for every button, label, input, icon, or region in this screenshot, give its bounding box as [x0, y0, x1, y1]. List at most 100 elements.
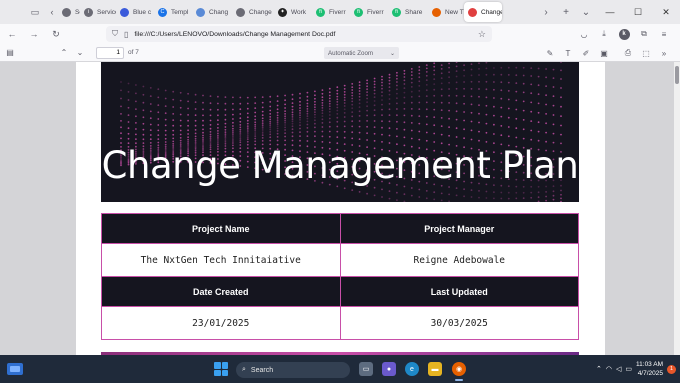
extensions-icon: ⧉ — [641, 29, 647, 38]
tab-label: New T — [445, 8, 464, 16]
back-button[interactable]: ← — [2, 25, 22, 43]
date-created-value: 23/01/2025 — [101, 306, 341, 340]
pocket-button[interactable]: ◡ — [576, 26, 592, 42]
taskbar-search[interactable]: ⌕ Search — [236, 362, 350, 378]
vertical-scrollbar[interactable] — [674, 62, 680, 355]
text-icon: T — [565, 48, 571, 58]
clock-time: 11:03 AM — [636, 361, 663, 368]
tab[interactable]: Chang — [192, 2, 232, 22]
search-icon: ⌕ — [242, 366, 246, 373]
start-button[interactable] — [214, 362, 228, 376]
bookmark-star-icon[interactable]: ☆ — [478, 29, 486, 40]
clock[interactable]: 11:03 AM 4/7/2025 — [636, 360, 663, 378]
speaker-icon[interactable]: ◁ — [616, 365, 621, 373]
tab[interactable]: i Service — [80, 2, 116, 22]
arrow-left-icon: ← — [7, 29, 17, 39]
task-view-icon[interactable]: ▭ — [359, 362, 373, 376]
project-info-table: Project Name Project Manager The NxtGen … — [101, 213, 580, 340]
compass-icon: ✦ — [278, 7, 287, 17]
tab-label: Work — [291, 8, 307, 16]
next-page-button[interactable]: ⌄ — [72, 45, 88, 61]
battery-icon[interactable]: ▭ — [625, 365, 632, 373]
tab-label: Blue c — [133, 8, 152, 16]
car-icon — [120, 7, 129, 17]
account-button[interactable]: k — [616, 26, 632, 42]
shield-icon[interactable]: ⛉ — [112, 29, 118, 39]
firefox-icon — [432, 7, 441, 17]
tab-label: Fiverr — [329, 8, 346, 16]
tab[interactable]: ✦ Work — [274, 2, 312, 22]
close-window-button[interactable]: ✕ — [652, 0, 680, 24]
arrow-right-icon: → — [29, 29, 39, 39]
close-icon: ✕ — [662, 6, 670, 17]
notification-badge[interactable]: 1 — [667, 364, 676, 374]
tab[interactable]: Servic — [58, 2, 80, 22]
image-icon: ▣ — [600, 48, 608, 58]
page-count: of 7 — [128, 49, 139, 56]
tab[interactable]: New T — [428, 2, 464, 22]
new-tab-button[interactable]: + — [556, 2, 576, 22]
firefox-icon[interactable]: ◉ — [452, 362, 466, 376]
file-explorer-icon[interactable]: ▬ — [428, 362, 442, 376]
clock-date: 4/7/2025 — [637, 370, 663, 377]
edge-icon[interactable]: e — [405, 362, 419, 376]
text-button[interactable]: T — [560, 45, 576, 61]
save-icon: ⬚ — [642, 48, 650, 58]
url-text[interactable]: file:///C:/Users/LENOVO/Downloads/Change… — [134, 31, 335, 38]
draw-button[interactable]: ✐ — [578, 45, 594, 61]
tools-button[interactable]: » — [656, 45, 672, 61]
reload-button[interactable]: ↻ — [46, 25, 66, 43]
highlight-button[interactable]: ✎ — [542, 45, 558, 61]
file-icon: ▯ — [124, 29, 129, 39]
document-viewer[interactable]: Change Management Plan Project Name Proj… — [0, 62, 680, 355]
print-button[interactable]: ⎙ — [620, 45, 636, 61]
menu-button[interactable]: ≡ — [656, 26, 672, 42]
fiverr-icon: fi — [316, 7, 325, 17]
tab-label: Share — [405, 8, 423, 16]
weather-widget-icon[interactable] — [6, 360, 24, 378]
tab-list: ServiciServiceBlue cCTemplChangChange M✦… — [58, 0, 502, 24]
sidebar-icon: ▤ — [6, 48, 14, 57]
tab[interactable]: fi Fiverr — [312, 2, 350, 22]
zoom-select[interactable]: Automatic Zoom ⌄ — [324, 47, 399, 59]
hamburger-icon: ≡ — [661, 29, 667, 39]
minimize-button[interactable]: — — [596, 0, 624, 24]
address-bar[interactable]: ⛉ ▯ file:///C:/Users/LENOVO/Downloads/Ch… — [106, 26, 492, 42]
tab-label: Templ — [171, 8, 189, 16]
chevron-down-icon: ⌄ — [76, 48, 84, 57]
wifi-icon[interactable]: ◠ — [606, 365, 612, 373]
previous-page-button[interactable]: ⌃ — [56, 45, 72, 61]
maximize-button[interactable]: ☐ — [624, 0, 652, 24]
project-name-value: The NxtGen Tech Innitaiative — [101, 243, 341, 277]
tab[interactable]: C Templ — [154, 2, 192, 22]
tab[interactable]: Change M — [232, 2, 274, 22]
tab-scroll-right-button[interactable]: › — [536, 2, 556, 22]
tab-label: Chang — [209, 8, 229, 16]
tab-scroll-left-button[interactable]: ‹ — [46, 3, 58, 21]
firefox-view-icon: ▭ — [30, 6, 40, 17]
project-manager-header: Project Manager — [339, 213, 580, 244]
tab[interactable]: Change✕ — [464, 2, 502, 22]
pen-icon: ✐ — [582, 48, 590, 58]
teams-icon[interactable]: ● — [382, 362, 396, 376]
chevron-up-icon[interactable]: ⌃ — [596, 365, 602, 373]
tab[interactable]: fi Fiverr — [350, 2, 388, 22]
page-number-input[interactable] — [96, 46, 124, 59]
print-icon: ⎙ — [624, 48, 632, 57]
download-icon: ⤓ — [602, 29, 606, 38]
scrollbar-thumb[interactable] — [675, 66, 679, 84]
tab[interactable]: fi Share — [388, 2, 428, 22]
downloads-button[interactable]: ⤓ — [596, 26, 612, 42]
zoom-value: Automatic Zoom — [328, 49, 374, 57]
list-all-tabs-button[interactable]: ⌄ — [576, 2, 596, 22]
sidebar-toggle-button[interactable]: ▤ — [2, 45, 18, 61]
forward-button[interactable]: → — [24, 25, 44, 43]
extensions-button[interactable]: ⧉ — [636, 26, 652, 42]
pocket-icon: ◡ — [580, 29, 588, 39]
tab[interactable]: Blue c — [116, 2, 154, 22]
firefox-view-button[interactable]: ▭ — [24, 3, 46, 21]
save-button[interactable]: ⬚ — [638, 45, 654, 61]
project-manager-value: Reigne Adebowale — [339, 243, 580, 277]
maximize-icon: ☐ — [633, 6, 643, 17]
image-button[interactable]: ▣ — [596, 45, 612, 61]
